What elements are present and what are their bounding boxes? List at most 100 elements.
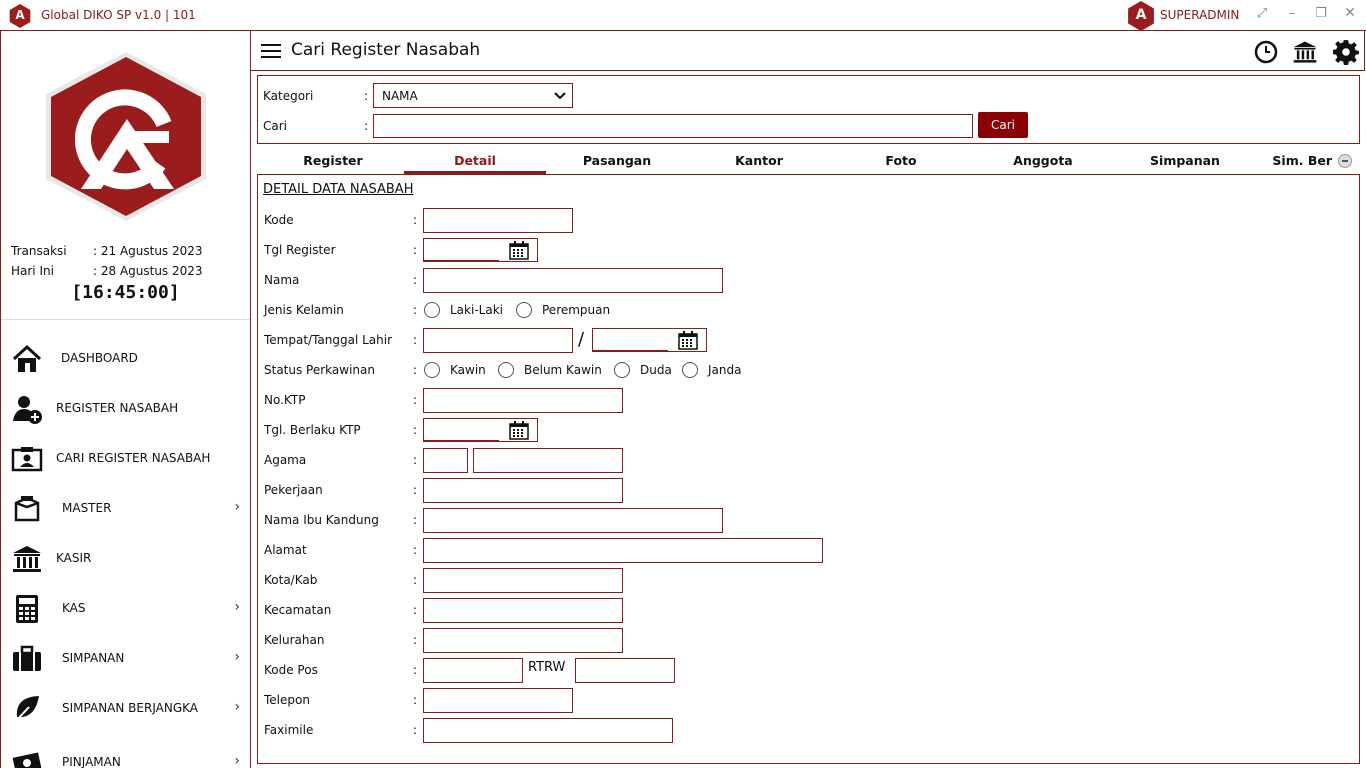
tgl-berlaku-ktp-input[interactable] [423, 418, 538, 442]
agama-code-input[interactable] [423, 448, 468, 473]
no-ktp-input[interactable] [423, 388, 623, 413]
tab-kantor[interactable]: Kantor [688, 153, 830, 168]
bank-icon[interactable] [1292, 39, 1318, 65]
chevron-right-icon: › [234, 649, 240, 665]
colon: : [413, 543, 418, 557]
hamburger-menu-icon[interactable] [261, 44, 281, 58]
sidebar-divider [1, 319, 250, 320]
tgl-register-label: Tgl Register [264, 243, 336, 257]
tab-simpanan[interactable]: Simpanan [1114, 153, 1256, 168]
cari-button[interactable]: Cari [978, 112, 1028, 138]
close-icon[interactable]: ✕ [1340, 5, 1360, 21]
sidebar-item-simpanan[interactable]: SIMPANAN › [1, 633, 250, 683]
nama-input[interactable] [423, 268, 723, 293]
sidebar-item-register-nasabah[interactable]: REGISTER NASABAH [1, 383, 250, 433]
colon: : [364, 119, 369, 133]
tgl-register-input[interactable] [423, 238, 538, 262]
colon: : [413, 633, 418, 647]
cari-label: Cari [263, 119, 287, 133]
kode-pos-input[interactable] [423, 658, 523, 683]
page-title: Cari Register Nasabah [291, 40, 481, 60]
colon: : [364, 89, 369, 103]
rtrw-input[interactable] [575, 658, 675, 683]
restore-icon[interactable]: ❐ [1311, 6, 1331, 21]
tab-foto[interactable]: Foto [830, 153, 972, 168]
nama-ibu-input[interactable] [423, 508, 723, 533]
tgl-lahir-input[interactable] [592, 328, 707, 352]
pekerjaan-input[interactable] [423, 478, 623, 503]
nama-ibu-label: Nama Ibu Kandung [264, 513, 379, 527]
tab-anggota[interactable]: Anggota [972, 153, 1114, 168]
sidebar-item-pinjaman[interactable]: PINJAMAN › [1, 733, 250, 768]
sidebar: Transaksi : 21 Agustus 2023 Hari Ini : 2… [0, 31, 251, 768]
kategori-label: Kategori [263, 89, 314, 103]
belum-kawin-label: Belum Kawin [524, 363, 602, 377]
chevron-right-icon: › [234, 499, 240, 515]
sidebar-item-simpanan-berjangka[interactable]: SIMPANAN BERJANGKA › [1, 683, 250, 733]
perempuan-label: Perempuan [542, 303, 611, 317]
tab-scroll-icon[interactable] [1338, 154, 1352, 168]
window-title: Global DIKO SP v1.0 | 101 [41, 8, 196, 22]
alamat-label: Alamat [264, 543, 307, 557]
calendar-icon[interactable] [678, 331, 698, 350]
calendar-icon[interactable] [509, 241, 529, 260]
faximile-input[interactable] [423, 718, 673, 743]
alamat-input[interactable] [423, 538, 823, 563]
user-name[interactable]: SUPERADMIN [1160, 8, 1239, 22]
fullscreen-icon[interactable]: ⤢ [1252, 6, 1272, 21]
slash-separator: / [578, 329, 585, 350]
app-logo-icon: A [9, 4, 31, 28]
kode-input[interactable] [423, 208, 573, 233]
sidebar-item-dashboard[interactable]: DASHBOARD [1, 333, 250, 383]
kategori-select[interactable]: NAMA [373, 83, 573, 108]
kota-input[interactable] [423, 568, 623, 593]
minimize-icon[interactable]: – [1282, 6, 1302, 21]
tab-detail[interactable]: Detail [404, 153, 546, 168]
sidebar-item-label: MASTER [62, 501, 112, 515]
calendar-icon[interactable] [509, 421, 529, 440]
page-header: Cari Register Nasabah [251, 31, 1365, 71]
radio-kawin[interactable] [424, 362, 440, 378]
radio-laki-laki[interactable] [424, 302, 440, 318]
chevron-right-icon: › [234, 699, 240, 715]
kode-pos-label: Kode Pos [264, 663, 318, 677]
tab-pasangan[interactable]: Pasangan [546, 153, 688, 168]
sidebar-item-label: CARI REGISTER NASABAH [56, 451, 211, 465]
kecamatan-input[interactable] [423, 598, 623, 623]
colon: : [413, 483, 418, 497]
sidebar-item-kasir[interactable]: KASIR [1, 533, 250, 583]
sidebar-item-label: DASHBOARD [61, 351, 138, 365]
colon: : [413, 663, 418, 677]
radio-janda[interactable] [682, 362, 698, 378]
detail-panel: DETAIL DATA NASABAH Kode : Tgl Register … [257, 174, 1360, 764]
agama-name-input[interactable] [473, 448, 623, 473]
tab-sim-ber[interactable]: Sim. Ber [1256, 153, 1332, 168]
radio-duda[interactable] [614, 362, 630, 378]
hari-ini-date: : 28 Agustus 2023 [93, 264, 203, 278]
telepon-input[interactable] [423, 688, 573, 713]
kategori-value: NAMA [382, 89, 418, 103]
radio-perempuan[interactable] [516, 302, 532, 318]
sidebar-item-master[interactable]: MASTER › [1, 483, 250, 533]
cari-input[interactable] [373, 114, 973, 138]
title-bar: A Global DIKO SP v1.0 | 101 A SUPERADMIN… [0, 0, 1366, 31]
no-ktp-label: No.KTP [264, 393, 306, 407]
rtrw-label: RTRW [528, 660, 566, 675]
money-icon [12, 752, 42, 768]
radio-belum-kawin[interactable] [498, 362, 514, 378]
faximile-label: Faximile [264, 723, 314, 737]
sidebar-item-label: SIMPANAN [62, 651, 125, 665]
gear-icon[interactable] [1333, 39, 1359, 65]
tempat-tgl-lahir-label: Tempat/Tanggal Lahir [264, 333, 393, 347]
sidebar-item-cari-register[interactable]: CARI REGISTER NASABAH [1, 433, 250, 483]
tab-register[interactable]: Register [262, 153, 404, 168]
tempat-lahir-input[interactable] [423, 328, 573, 353]
chevron-right-icon: › [234, 753, 240, 768]
status-perkawinan-label: Status Perkawinan [264, 363, 375, 377]
sidebar-item-label: KAS [62, 601, 86, 615]
kelurahan-input[interactable] [423, 628, 623, 653]
hari-ini-label: Hari Ini [11, 264, 54, 278]
sidebar-item-kas[interactable]: KAS › [1, 583, 250, 633]
colon: : [413, 333, 418, 347]
clock-icon[interactable] [1254, 40, 1278, 64]
